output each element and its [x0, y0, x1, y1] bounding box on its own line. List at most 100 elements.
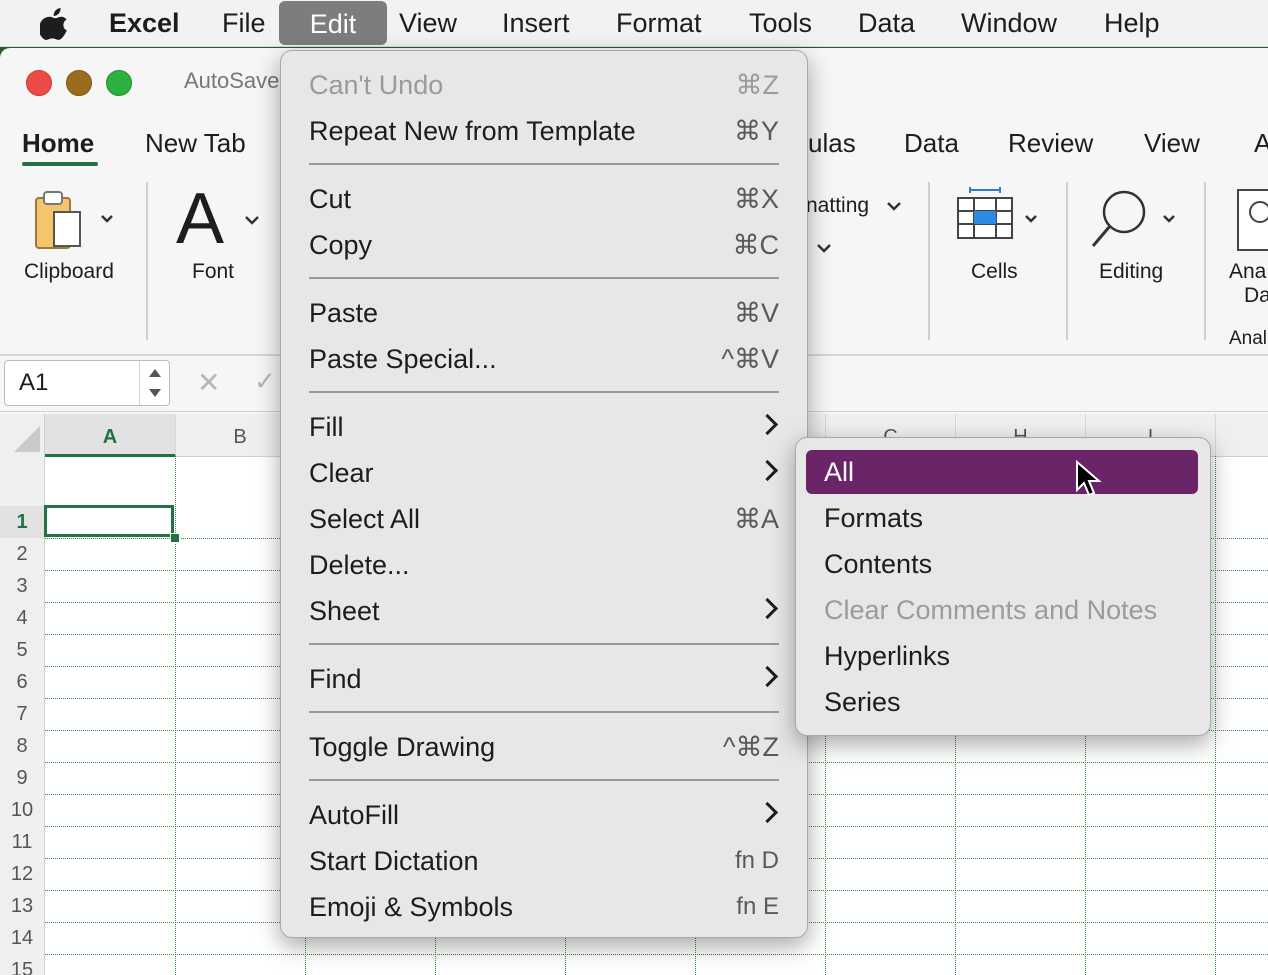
- menu-item-repeat[interactable]: Repeat New from Template ⌘Y: [309, 109, 779, 153]
- menu-item-sheet[interactable]: Sheet: [309, 589, 779, 633]
- close-window-button[interactable]: [26, 70, 52, 96]
- tab-formulas[interactable]: ulas: [808, 128, 856, 159]
- row-header[interactable]: 8: [0, 730, 45, 762]
- menu-item-delete[interactable]: Delete...: [309, 543, 779, 587]
- menu-tools[interactable]: Tools: [749, 0, 812, 46]
- tab-home[interactable]: Home: [22, 128, 94, 159]
- row-header[interactable]: 5: [0, 634, 45, 666]
- menu-item-label: Cut: [309, 184, 352, 214]
- shortcut-label: fn E: [736, 893, 779, 920]
- menu-item-label: Fill: [309, 412, 344, 442]
- menu-item-emoji-symbols[interactable]: Emoji & Symbols fn E: [309, 885, 779, 929]
- menu-item-clear[interactable]: Clear: [309, 451, 779, 495]
- font-icon[interactable]: A: [176, 178, 224, 260]
- row-header[interactable]: 4: [0, 602, 45, 634]
- submenu-item-series[interactable]: Series: [806, 680, 1198, 724]
- menu-item-toggle-drawing[interactable]: Toggle Drawing ^⌘Z: [309, 725, 779, 769]
- menu-item-label: Copy: [309, 230, 373, 260]
- chevron-down-icon[interactable]: [886, 200, 902, 212]
- clipboard-label: Clipboard: [24, 260, 114, 283]
- conditional-formatting-button[interactable]: natting: [806, 194, 869, 218]
- menu-separator: [309, 779, 779, 781]
- autosave-label[interactable]: AutoSave: [184, 68, 279, 94]
- menu-item-label: Delete...: [309, 550, 410, 580]
- row-header[interactable]: 3: [0, 570, 45, 602]
- menu-file[interactable]: File: [222, 0, 266, 46]
- shortcut-label: ⌘Z: [735, 70, 780, 100]
- chevron-right-icon: [756, 665, 779, 688]
- tab-review[interactable]: Review: [1008, 128, 1093, 159]
- menu-item-label: Clear: [309, 458, 374, 488]
- name-box[interactable]: A1: [4, 360, 170, 406]
- cells-button[interactable]: [956, 186, 1040, 246]
- clear-submenu: All Formats Contents Clear Comments and …: [795, 437, 1211, 736]
- submenu-item-all[interactable]: All: [806, 450, 1198, 494]
- fill-handle[interactable]: [170, 533, 180, 543]
- minimize-window-button[interactable]: [66, 70, 92, 96]
- shortcut-label: ⌘A: [733, 504, 779, 534]
- select-all-corner[interactable]: [0, 414, 45, 457]
- menu-insert[interactable]: Insert: [502, 0, 570, 46]
- menu-item-label: Emoji & Symbols: [309, 892, 514, 922]
- menu-item-find[interactable]: Find: [309, 657, 779, 701]
- menu-view[interactable]: View: [399, 0, 457, 46]
- ribbon-separator: [1066, 182, 1068, 340]
- menu-item-paste[interactable]: Paste ⌘V: [309, 291, 779, 335]
- clipboard-button[interactable]: [32, 188, 116, 252]
- column-header-a[interactable]: A: [45, 414, 176, 457]
- menu-item-cut[interactable]: Cut ⌘X: [309, 177, 779, 221]
- chevron-down-icon[interactable]: [816, 242, 832, 254]
- stepper-arrows-icon: [149, 369, 161, 397]
- menu-help[interactable]: Help: [1104, 0, 1160, 46]
- cells-label: Cells: [971, 260, 1018, 283]
- row-header[interactable]: 9: [0, 762, 45, 794]
- row-header[interactable]: 6: [0, 666, 45, 698]
- menu-item-label: AutoFill: [309, 800, 400, 830]
- tab-new-tab[interactable]: New Tab: [145, 128, 246, 159]
- menu-item-start-dictation[interactable]: Start Dictation fn D: [309, 839, 779, 883]
- row-header[interactable]: 2: [0, 538, 45, 570]
- analysis-group-label: Anal: [1229, 328, 1268, 349]
- editing-button[interactable]: [1090, 188, 1180, 250]
- menu-item-autofill[interactable]: AutoFill: [309, 793, 779, 837]
- menu-app-excel[interactable]: Excel: [109, 0, 180, 46]
- row-header[interactable]: 14: [0, 922, 45, 954]
- tab-data[interactable]: Data: [904, 128, 959, 159]
- menu-item-select-all[interactable]: Select All ⌘A: [309, 497, 779, 541]
- tab-view[interactable]: View: [1144, 128, 1200, 159]
- name-box-stepper[interactable]: [139, 361, 170, 405]
- row-header[interactable]: 15: [0, 954, 45, 975]
- menu-item-label: Find: [309, 664, 362, 694]
- enter-icon[interactable]: ✓: [254, 366, 276, 397]
- menu-edit[interactable]: Edit: [279, 1, 387, 45]
- menu-item-label: Paste Special...: [309, 344, 497, 374]
- tab-more[interactable]: A: [1254, 128, 1268, 159]
- menu-item-paste-special[interactable]: Paste Special... ^⌘V: [309, 337, 779, 381]
- row-header[interactable]: 13: [0, 890, 45, 922]
- shortcut-label: ^⌘Z: [722, 732, 779, 762]
- menu-separator: [309, 391, 779, 393]
- row-header[interactable]: 7: [0, 698, 45, 730]
- menu-data[interactable]: Data: [858, 0, 915, 46]
- menu-format[interactable]: Format: [616, 0, 702, 46]
- menu-item-label: Toggle Drawing: [309, 732, 496, 762]
- zoom-window-button[interactable]: [106, 70, 132, 96]
- menu-item-copy[interactable]: Copy ⌘C: [309, 223, 779, 267]
- selected-cell-a1[interactable]: [44, 505, 174, 537]
- submenu-item-contents[interactable]: Contents: [806, 542, 1198, 586]
- menu-item-label: Start Dictation: [309, 846, 479, 876]
- cancel-icon[interactable]: ✕: [197, 366, 220, 399]
- chevron-down-icon[interactable]: [244, 214, 260, 226]
- row-header[interactable]: 10: [0, 794, 45, 826]
- menu-item-fill[interactable]: Fill: [309, 405, 779, 449]
- apple-icon[interactable]: [40, 8, 70, 40]
- row-header[interactable]: 11: [0, 826, 45, 858]
- menu-window[interactable]: Window: [961, 0, 1057, 46]
- column-header[interactable]: [1216, 414, 1268, 457]
- row-header[interactable]: 12: [0, 858, 45, 890]
- font-label: Font: [192, 260, 235, 283]
- submenu-item-formats[interactable]: Formats: [806, 496, 1198, 540]
- submenu-item-hyperlinks[interactable]: Hyperlinks: [806, 634, 1198, 678]
- row-header-1[interactable]: 1: [0, 506, 45, 538]
- analyze-data-button[interactable]: [1236, 188, 1268, 252]
